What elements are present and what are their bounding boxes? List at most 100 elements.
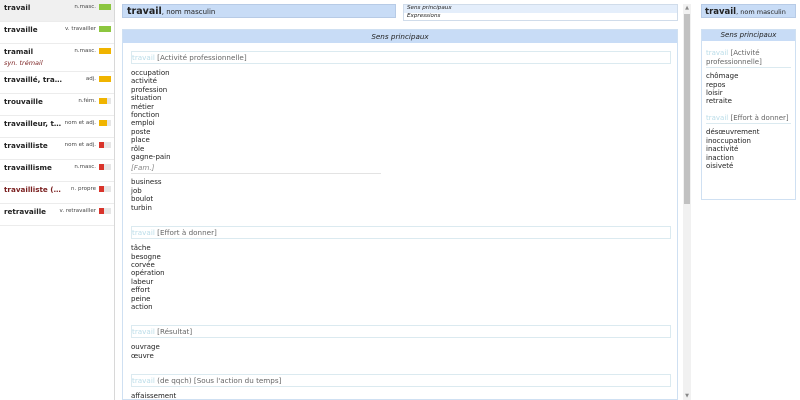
relevance-bar	[99, 208, 111, 214]
synonym-link[interactable]: effort	[131, 286, 671, 294]
synonym-link[interactable]: situation	[131, 94, 671, 102]
word-list-category: n.fém.	[78, 98, 96, 104]
antonym-box: Sens principaux travail [Activité profes…	[701, 29, 796, 200]
antonym-section-headword: travail	[706, 49, 729, 57]
relevance-bar-fill	[99, 76, 111, 82]
relevance-bar-fill	[99, 208, 105, 214]
section-header: travail [Résultat]	[131, 325, 671, 338]
word-list-category: v. retravailler	[59, 208, 97, 214]
synonym-link[interactable]: action	[131, 303, 671, 311]
word-list-category: n.masc.	[74, 48, 96, 54]
antonym-link[interactable]: inaction	[706, 154, 791, 162]
antonym-link[interactable]: inoccupation	[706, 137, 791, 145]
section-header: travail [Activité professionnelle]	[131, 51, 671, 63]
section-label: [Activité professionnelle]	[157, 53, 247, 62]
scrollbar[interactable]: ▲ ▼	[683, 4, 691, 400]
word-list-item[interactable]: travaillisme n.masc.	[0, 160, 114, 182]
antonym-link[interactable]: retraite	[706, 97, 791, 105]
scroll-up-icon[interactable]: ▲	[683, 4, 691, 12]
antonym-link[interactable]: chômage	[706, 72, 791, 80]
synonym-link[interactable]: boulot	[131, 195, 671, 203]
scrollbar-thumb[interactable]	[684, 14, 690, 204]
synonym-link[interactable]: métier	[131, 103, 671, 111]
word-list-item[interactable]: trouvaille n.fém.	[0, 94, 114, 116]
relevance-bar	[99, 4, 111, 10]
word-header: travail, nom masculin	[122, 4, 396, 18]
word-list-word: travail	[4, 3, 31, 12]
synonym-word[interactable]: trémail	[20, 59, 43, 67]
antonym-list: chômage repos loisir retraite	[706, 72, 791, 106]
section-label: [Résultat]	[157, 327, 193, 337]
headword: travail	[127, 6, 162, 17]
synonym-link[interactable]: place	[131, 136, 671, 144]
antonym-section: travail [Activité professionnelle] chômag…	[702, 49, 795, 106]
antonym-link[interactable]: désœuvrement	[706, 128, 791, 136]
section-headword: travail	[132, 228, 155, 238]
synonym-prefix: syn.	[4, 59, 18, 67]
relevance-bar-fill	[99, 120, 108, 126]
word-list-word: retravaille	[4, 207, 47, 216]
synonym-link[interactable]: occupation	[131, 69, 671, 77]
word-list-word: travaillé, travai...	[4, 75, 62, 84]
synonym-link[interactable]: business	[131, 178, 671, 186]
word-list-item[interactable]: travailleur, tra...nom et adj.	[0, 116, 114, 138]
synonym-link[interactable]: affaissement	[131, 392, 671, 399]
word-list-item[interactable]: travailliste (Par... n. propre	[0, 182, 114, 204]
section-headword: travail	[132, 327, 155, 337]
scroll-down-icon[interactable]: ▼	[683, 392, 691, 400]
synonym-link[interactable]: turbin	[131, 204, 671, 212]
synonym-link[interactable]: peine	[131, 295, 671, 303]
synonym-link[interactable]: œuvre	[131, 352, 671, 360]
synonym-link[interactable]: opération	[131, 269, 671, 277]
word-list-item[interactable]: retravaille v. retravailler	[0, 204, 114, 226]
antonym-panel: travail, nom masculin Sens principaux tr…	[701, 4, 796, 400]
section-header: travail [Effort à donner]	[131, 226, 671, 239]
nav-expressions[interactable]: Expressions	[404, 13, 677, 21]
synonym-link[interactable]: corvée	[131, 261, 671, 269]
synonym-link[interactable]: poste	[131, 128, 671, 136]
word-list-item[interactable]: tramail n.masc. syn. trémail	[0, 44, 114, 72]
word-list-word: travaille	[4, 25, 38, 34]
word-list-word: travailliste	[4, 141, 48, 150]
synonym-link[interactable]: besogne	[131, 253, 671, 261]
antonym-link[interactable]: repos	[706, 81, 791, 89]
synonym-link[interactable]: gagne-pain	[131, 153, 671, 161]
synonym-link[interactable]: tâche	[131, 244, 671, 252]
synonym-link[interactable]: emploi	[131, 119, 671, 127]
synonym-link[interactable]: fonction	[131, 111, 671, 119]
word-list-item[interactable]: travail n.masc.	[0, 0, 114, 22]
relevance-bar-fill	[99, 186, 105, 192]
part-of-speech: , nom masculin	[161, 8, 216, 16]
antonym-link[interactable]: loisir	[706, 89, 791, 97]
synonym-link[interactable]: ouvrage	[131, 343, 671, 351]
word-list-word: travaillisme	[4, 163, 52, 172]
word-list-word: tramail	[4, 47, 34, 56]
synonym-section: travail [Activité professionnelle] occupa…	[131, 51, 671, 212]
antonym-divider	[706, 67, 791, 69]
word-list-item[interactable]: travailliste nom et adj.	[0, 138, 114, 160]
synonym-link[interactable]: activité	[131, 77, 671, 85]
synonym-list: occupation activité profession situation mét…	[131, 64, 671, 161]
sections-container: travail [Activité professionnelle] occupa…	[123, 51, 677, 399]
synonym-list: affaissementgauchissementgonflement	[131, 387, 671, 399]
synonym-link[interactable]: labeur	[131, 278, 671, 286]
word-list-item[interactable]: travaillé, travai... adj.	[0, 72, 114, 94]
synonym-link[interactable]: profession	[131, 86, 671, 94]
antonym-link[interactable]: oisiveté	[706, 162, 791, 170]
antonym-title: Sens principaux	[702, 30, 795, 41]
synonym-link[interactable]: rôle	[131, 145, 671, 153]
antonym-headword: travail	[705, 7, 737, 17]
section-headword: travail	[132, 53, 155, 62]
word-list-item[interactable]: travaille v. travailler	[0, 22, 114, 44]
relevance-bar-fill	[99, 98, 108, 104]
word-list-word: travailleur, tra...	[4, 119, 62, 128]
antonym-divider	[706, 123, 791, 125]
nav-sens-principaux[interactable]: Sens principaux	[404, 5, 677, 13]
relevance-bar-fill	[99, 26, 111, 32]
antonym-section-label: [Effort à donner]	[730, 113, 789, 122]
synonym-link[interactable]: job	[131, 187, 671, 195]
antonym-section-header: travail [Effort à donner]	[706, 114, 791, 123]
word-list-category: n.masc.	[74, 164, 96, 170]
content-title: Sens principaux	[123, 30, 677, 43]
antonym-link[interactable]: inactivité	[706, 145, 791, 153]
